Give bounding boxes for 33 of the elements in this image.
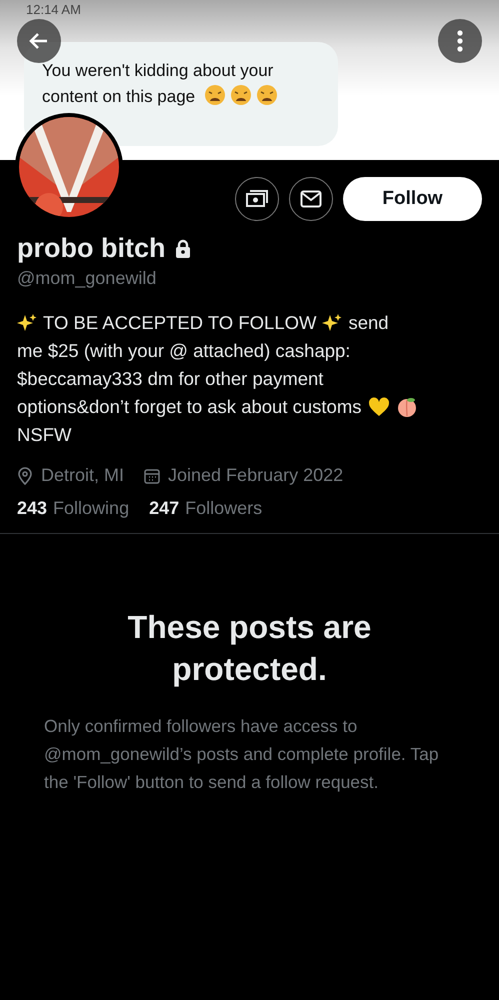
envelope-icon — [300, 190, 322, 208]
profile-handle: @mom_gonewild — [17, 268, 158, 289]
followers-link[interactable]: 247 Followers — [149, 498, 262, 519]
message-time: 12:14 AM — [26, 2, 81, 17]
protected-message: Only confirmed followers have access to @mom_gonewild’s posts and complete profile. Tap the 'Follow' button to send a follow request. — [44, 715, 440, 794]
following-link[interactable]: 243 Following — [17, 498, 130, 519]
message-button[interactable] — [289, 177, 333, 221]
sparkles-icon — [17, 313, 37, 333]
location-pin-icon — [17, 466, 33, 484]
profile-name: probo bitch — [17, 233, 166, 264]
sparkles-icon — [322, 313, 342, 333]
more-button[interactable] — [438, 19, 482, 63]
more-icon — [457, 30, 463, 52]
tired-face-icon — [204, 84, 226, 106]
bio-text: $beccamay333 dm for other payment — [17, 367, 324, 391]
bio-text: TO BE ACCEPTED TO FOLLOW — [43, 311, 316, 335]
tired-face-icon — [256, 84, 278, 106]
back-button[interactable] — [17, 19, 61, 63]
money-icon — [245, 188, 269, 210]
bio-text: me $25 (with your @ attached) cashapp: — [17, 339, 350, 363]
tired-face-icon — [230, 84, 252, 106]
message-text: You weren't kidding about your content on this page — [42, 58, 320, 110]
bio-text: send — [348, 311, 389, 335]
calendar-icon — [144, 468, 160, 484]
joined-date: Joined February 2022 — [168, 465, 344, 486]
heart-icon — [368, 397, 390, 417]
bio-text: options&don’t forget to ask about customs — [17, 395, 362, 419]
follow-button[interactable]: Follow — [343, 177, 482, 221]
protected-title: These posts are protected. — [126, 608, 372, 689]
location-text: Detroit, MI — [41, 465, 124, 486]
bio-text: NSFW — [17, 423, 72, 447]
tip-button[interactable] — [235, 177, 279, 221]
peach-icon — [396, 396, 418, 418]
